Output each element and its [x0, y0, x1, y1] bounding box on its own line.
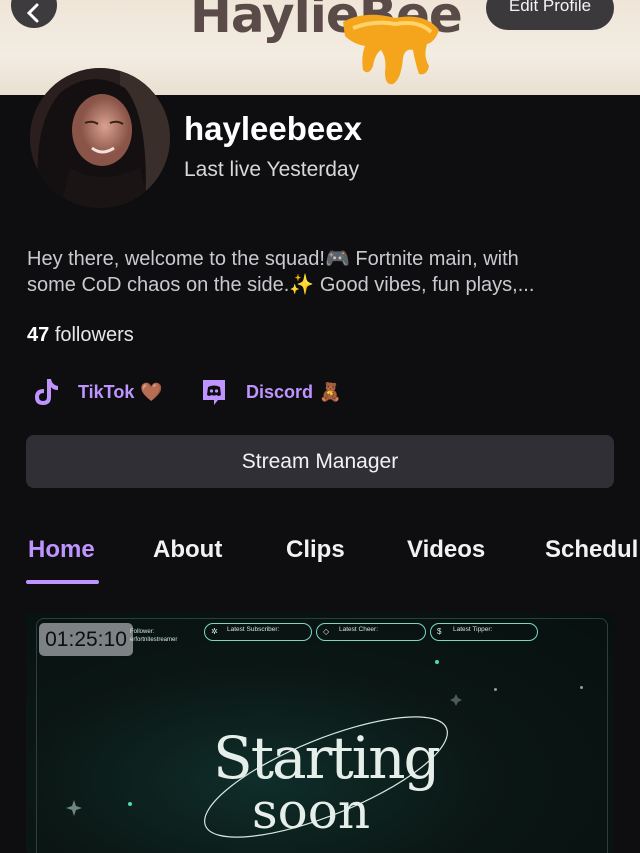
edit-profile-button[interactable]: Edit Profile — [486, 0, 614, 30]
honey-drip-graphic — [343, 14, 439, 85]
follower-count[interactable]: 47 followers — [27, 324, 134, 347]
discord-icon — [196, 374, 232, 410]
profile-photo — [30, 68, 170, 208]
channel-tabs: Home About Clips Videos Schedul — [0, 530, 640, 590]
social-label: TikTok — [78, 381, 135, 402]
tab-clips[interactable]: Clips — [286, 536, 345, 564]
tiktok-icon — [28, 374, 64, 410]
tab-about[interactable]: About — [153, 536, 222, 564]
social-link-tiktok[interactable]: TikTok 🤎 — [28, 374, 163, 410]
video-thumbnail[interactable]: Follower: erfortnitestreamer ✲ Latest Su… — [26, 612, 614, 853]
tab-home[interactable]: Home — [28, 536, 95, 564]
channel-username: hayleebeex — [184, 110, 362, 147]
last-live-status: Last live Yesterday — [184, 158, 360, 181]
sparkle-dot — [494, 688, 497, 691]
bio-line: some CoD chaos on the side.✨ Good vibes,… — [27, 274, 535, 296]
social-emoji: 🧸 — [319, 381, 342, 402]
bio-line: Hey there, welcome to the squad!🎮 Fortni… — [27, 248, 519, 270]
avatar[interactable] — [30, 68, 170, 208]
sparkle-dot — [128, 802, 132, 806]
channel-bio: Hey there, welcome to the squad!🎮 Fortni… — [27, 246, 617, 298]
stream-manager-button[interactable]: Stream Manager — [26, 435, 614, 488]
chevron-left-icon — [26, 3, 39, 23]
back-button[interactable] — [11, 0, 57, 28]
active-tab-indicator — [26, 580, 99, 584]
starting-soon-subtitle: soon — [252, 782, 371, 840]
sparkle-dot — [580, 686, 583, 689]
followers-label: followers — [54, 324, 134, 346]
social-label: Discord — [246, 381, 314, 402]
social-emoji: 🤎 — [140, 381, 163, 402]
tab-videos[interactable]: Videos — [407, 536, 485, 564]
tab-schedule[interactable]: Schedul — [545, 536, 638, 564]
follower-number: 47 — [27, 324, 50, 346]
social-link-discord[interactable]: Discord 🧸 — [196, 374, 341, 410]
starting-soon-title: Starting — [213, 724, 441, 792]
sparkle-dot — [435, 660, 439, 664]
